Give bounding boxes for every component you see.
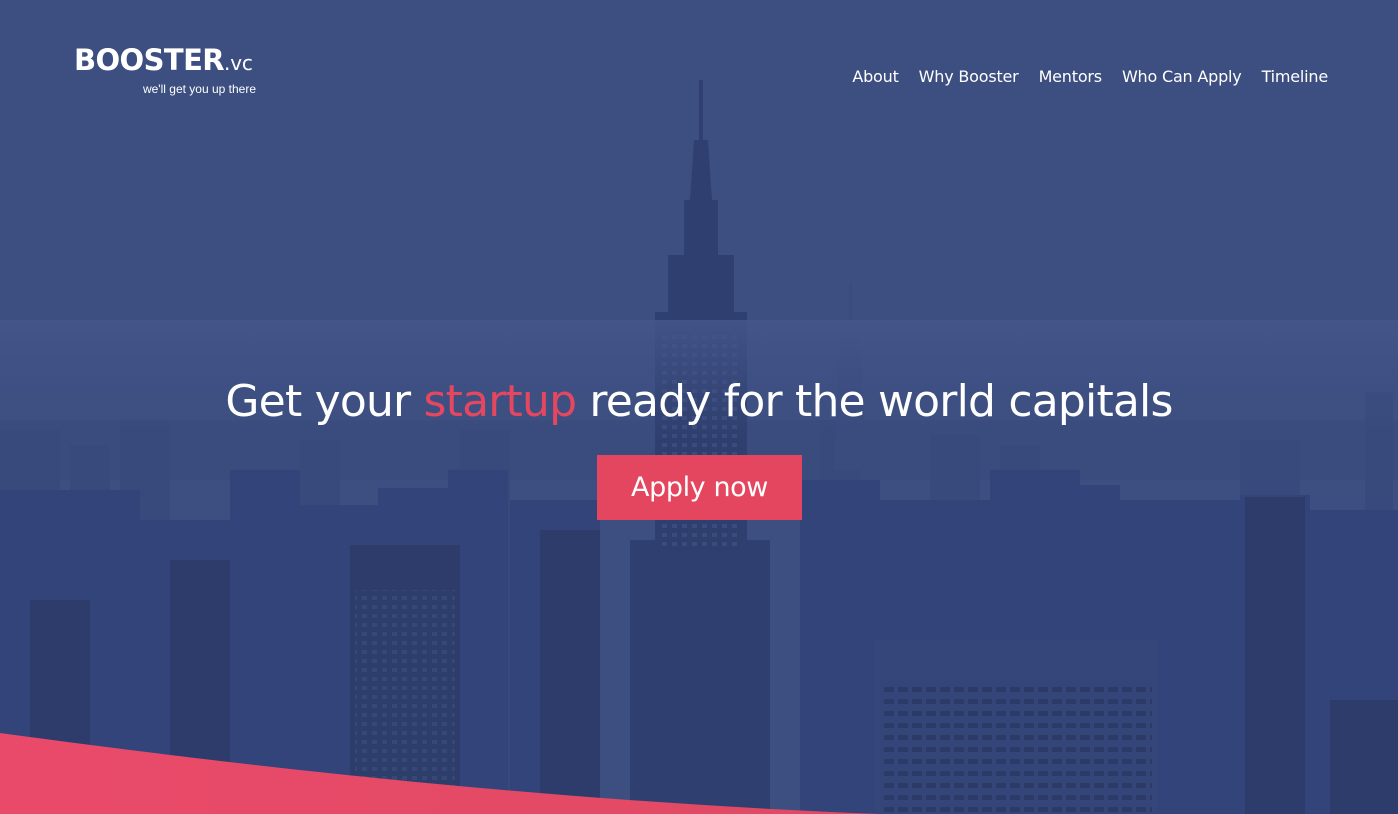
nav-item-mentors[interactable]: Mentors [1039, 66, 1103, 88]
hero-headline: Get your startup ready for the world cap… [0, 372, 1398, 432]
nav-item-why-booster[interactable]: Why Booster [919, 66, 1019, 88]
headline-highlight: startup [423, 376, 578, 427]
brand-logo[interactable]: BOOSTER.vc we'll get you up there [74, 46, 264, 100]
logo-tagline: we'll get you up there [142, 82, 256, 96]
main-navigation: About Why Booster Mentors Who Can Apply … [852, 66, 1328, 88]
nav-item-who-can-apply[interactable]: Who Can Apply [1122, 66, 1242, 88]
headline-text-after: ready for the world capitals [576, 376, 1173, 427]
nav-item-about[interactable]: About [852, 66, 899, 88]
headline-text-before: Get your [225, 376, 424, 427]
site-header: BOOSTER.vc we'll get you up there About … [0, 0, 1398, 130]
logo-name: BOOSTER [74, 43, 225, 77]
nav-item-timeline[interactable]: Timeline [1262, 66, 1329, 88]
hero-section: BOOSTER.vc we'll get you up there About … [0, 0, 1398, 814]
logo-wordmark: BOOSTER.vc [74, 46, 253, 75]
logo-suffix: .vc [224, 51, 253, 75]
apply-now-button[interactable]: Apply now [597, 455, 802, 520]
